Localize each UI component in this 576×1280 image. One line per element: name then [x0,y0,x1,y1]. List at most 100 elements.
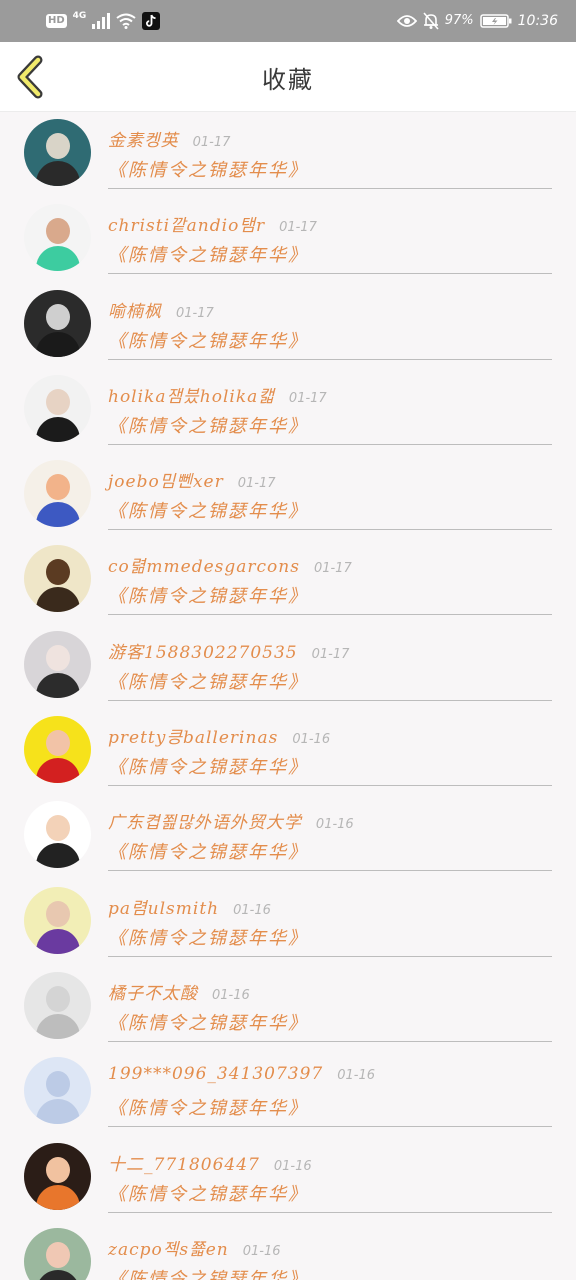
item-header: 199***096_341307397 01-16 [108,1064,375,1090]
date: 01-17 [313,561,352,577]
work-title[interactable]: 《陈情令之锦瑟年华》 [108,412,308,438]
list-item[interactable]: joebo밈뻰xer 01-17 《陈情令之锦瑟年华》 [0,453,576,538]
avatar[interactable] [24,716,91,784]
username[interactable]: 喻楠枫 [108,302,162,322]
avatar[interactable] [24,289,91,357]
avatar[interactable] [24,460,91,528]
date: 01-17 [176,305,214,321]
username[interactable]: 十二_771806447 [108,1155,260,1175]
battery-percent: 97% [444,13,474,28]
username[interactable]: 游客1588302270535 [108,643,298,663]
avatar[interactable] [24,204,91,272]
username[interactable]: 199***096_341307397 [108,1064,323,1084]
list-item[interactable]: 十二_771806447 01-16 《陈情令之锦瑟年华》 [0,1136,576,1221]
username[interactable]: christi깥andio탬r [108,216,265,236]
work-title[interactable]: 《陈情令之锦瑟年华》 [108,156,308,182]
list-item[interactable]: holika잼븠holika캛 01-17 《陈情令之锦瑟年华》 [0,368,576,453]
work-title[interactable]: 《陈情令之锦瑟年华》 [108,582,308,608]
battery-icon [479,14,512,28]
divider [108,1126,552,1128]
item-header: 十二_771806447 01-16 [108,1150,312,1176]
avatar-body [36,1099,80,1125]
divider [108,614,552,616]
work-title[interactable]: 《陈情令之锦瑟年华》 [108,1180,308,1206]
avatar-face [46,1071,70,1098]
list-item[interactable]: 广东켭쬞많外语外贸大学 01-16 《陈情令之锦瑟年华》 [0,794,576,879]
item-header: 金素켕英 01-17 [108,126,230,152]
avatar-body [36,246,80,272]
work-title[interactable]: 《陈情令之锦瑟年华》 [108,753,308,779]
status-bar: HD 4G 97% 10:36 [0,0,576,42]
avatar-face [46,303,70,330]
avatar-body [36,587,80,613]
hd-badge: HD [46,14,67,28]
username[interactable]: 橘子不太酸 [108,984,198,1004]
avatar[interactable] [24,630,91,698]
list-item[interactable]: christi깥andio탬r 01-17 《陈情令之锦瑟年华》 [0,197,576,282]
eye-icon [396,15,417,27]
list-item[interactable]: 喻楠枫 01-17 《陈情令之锦瑟年华》 [0,283,576,368]
username[interactable]: joebo밈뻰xer [108,472,224,492]
username[interactable]: co렮mmedesgarcons [108,557,300,577]
avatar-body [36,416,80,442]
bell-off-icon [423,12,439,30]
avatar-face [46,900,70,927]
work-title[interactable]: 《陈情令之锦瑟年华》 [108,1009,308,1035]
avatar[interactable] [24,374,91,442]
work-title[interactable]: 《陈情令之锦瑟年华》 [108,668,308,694]
date: 01-17 [311,646,350,662]
tiktok-icon [142,12,161,30]
item-header: zacpo젝s쬷en 01-16 [108,1235,281,1261]
avatar-face [46,1241,70,1268]
avatar-face [46,388,70,415]
work-title[interactable]: 《陈情令之锦瑟年华》 [108,838,308,864]
avatar[interactable] [24,971,91,1039]
item-header: co렮mmedesgarcons 01-17 [108,552,352,578]
work-title[interactable]: 《陈情令之锦瑟年华》 [108,924,308,950]
username[interactable]: zacpo젝s쬷en [108,1240,229,1260]
work-title[interactable]: 《陈情令之锦瑟年华》 [108,1094,308,1120]
item-header: 游客1588302270535 01-17 [108,638,349,664]
list-item[interactable]: pretty킁ballerinas 01-16 《陈情令之锦瑟年华》 [0,709,576,794]
avatar[interactable] [24,1142,91,1210]
list-item[interactable]: 游客1588302270535 01-17 《陈情令之锦瑟年华》 [0,624,576,709]
work-title[interactable]: 《陈情令之锦瑟年华》 [108,327,308,353]
avatar-face [46,1156,70,1183]
divider [108,699,552,701]
username[interactable]: 金素켕英 [108,131,179,151]
avatar-body [36,331,80,357]
avatar[interactable] [24,545,91,613]
status-left: HD 4G [46,11,161,31]
avatar-face [46,985,70,1012]
avatar[interactable] [24,1227,91,1280]
signal-icon [92,13,111,29]
date: 01-17 [288,390,327,406]
work-title[interactable]: 《陈情令之锦瑟年华》 [108,497,308,523]
avatar-face [46,644,70,671]
work-title[interactable]: 《陈情令之锦瑟年华》 [108,1265,308,1280]
avatar[interactable] [24,119,91,186]
avatar-body [36,758,80,784]
username[interactable]: holika잼븠holika캛 [108,387,275,407]
date: 01-17 [237,476,276,492]
favorites-list[interactable]: 金素켕英 01-17 《陈情令之锦瑟年华》 christi깥andio탬r 01-17 《… [0,112,576,1280]
list-item[interactable]: co렮mmedesgarcons 01-17 《陈情令之锦瑟年华》 [0,538,576,623]
date: 01-16 [212,987,250,1003]
username[interactable]: 广东켭쬞많外语外贸大学 [108,813,302,833]
list-item[interactable]: zacpo젝s쬷en 01-16 《陈情令之锦瑟年华》 [0,1221,576,1280]
date: 01-17 [279,220,317,236]
avatar-face [46,815,70,842]
item-header: 喻楠枫 01-17 [108,297,214,323]
list-item[interactable]: 金素켕英 01-17 《陈情令之锦瑟年华》 [0,112,576,197]
avatar[interactable] [24,886,91,954]
divider [108,188,552,189]
avatar[interactable] [24,1057,91,1125]
list-item[interactable]: 199***096_341307397 01-16 《陈情令之锦瑟年华》 [0,1050,576,1135]
avatar[interactable] [24,801,91,869]
work-title[interactable]: 《陈情令之锦瑟年华》 [108,241,308,267]
username[interactable]: pa렴ulsmith [108,899,219,919]
list-item[interactable]: 橘子不太酸 01-16 《陈情令之锦瑟年华》 [0,965,576,1050]
username[interactable]: pretty킁ballerinas [108,728,278,748]
avatar-body [36,1013,80,1039]
list-item[interactable]: pa렴ulsmith 01-16 《陈情令之锦瑟年华》 [0,880,576,965]
